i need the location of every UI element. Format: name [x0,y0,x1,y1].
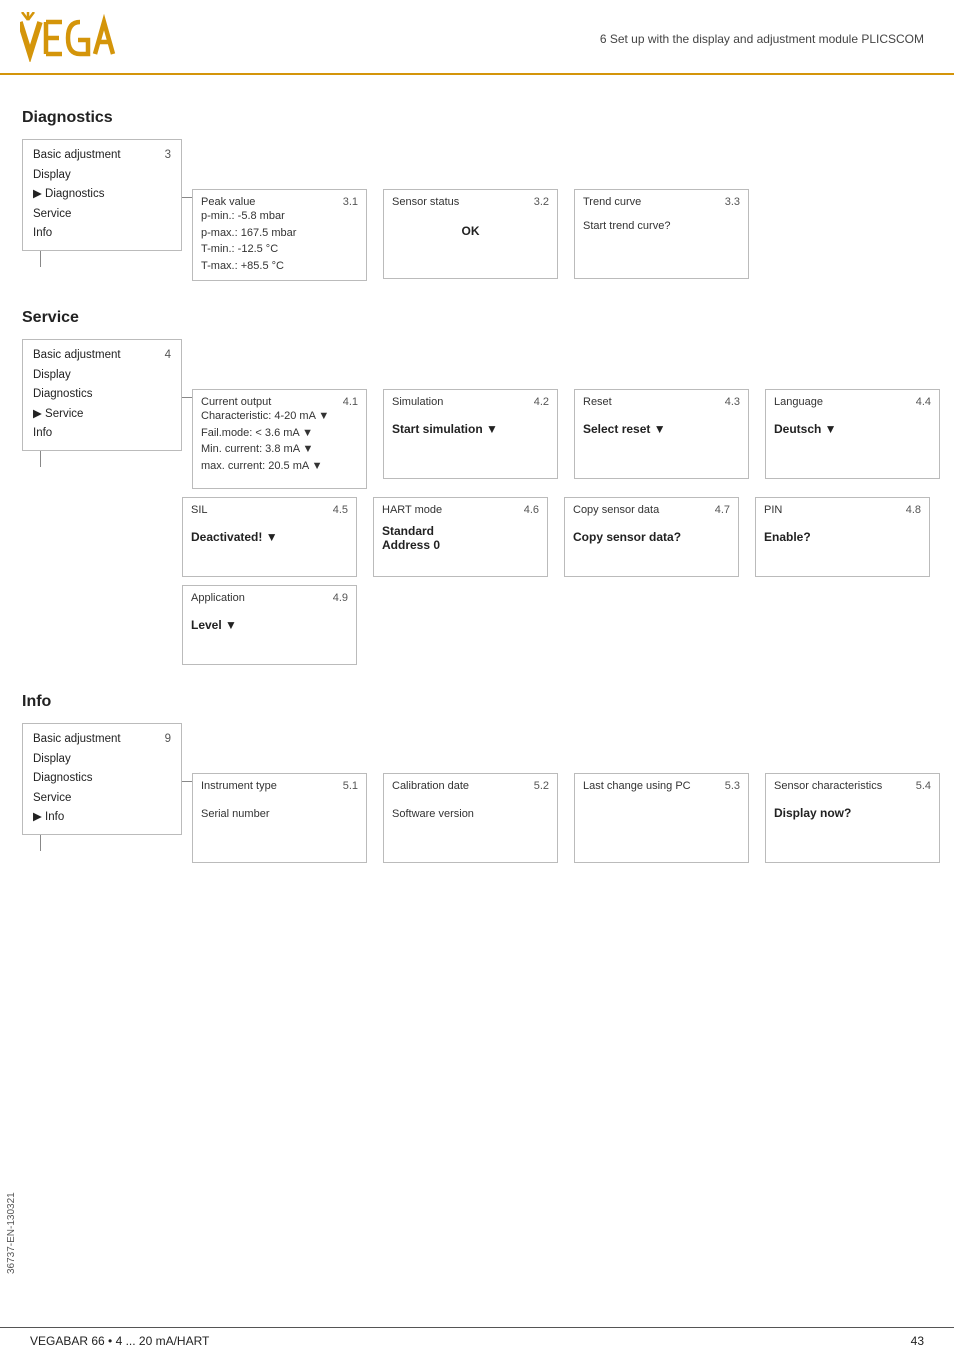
svc-menu-service[interactable]: Service [33,405,171,425]
language-box: Language4.4 Deutsch ▼ [765,389,940,479]
sensor-char-box: Sensor characteristics5.4 Display now? [765,773,940,863]
menu-item-basic[interactable]: Basic adjustment [33,146,171,166]
peak-value-box: Peak value3.1 p-min.: -5.8 mbar p-max.: … [192,189,367,281]
info-menu-diag[interactable]: Diagnostics [33,769,171,789]
header-subtitle: 6 Set up with the display and adjustment… [600,32,924,46]
sensor-status-box: Sensor status3.2 OK [383,189,558,279]
diagnostics-section: Diagnostics 3 Basic adjustment Display D… [22,109,924,281]
menu-item-display[interactable]: Display [33,166,171,186]
info-menu-display[interactable]: Display [33,750,171,770]
sidebar-document-id: 36737-EN-130321 [6,200,17,1274]
diagnostics-heading: Diagnostics [22,109,924,127]
last-change-box: Last change using PC5.3 [574,773,749,863]
hart-mode-box: HART mode4.6 Standard Address 0 [373,497,548,577]
pin-box: PIN4.8 Enable? [755,497,930,577]
svc-menu-diag[interactable]: Diagnostics [33,385,171,405]
info-heading: Info [22,693,924,711]
menu-item-info[interactable]: Info [33,224,171,244]
sil-box: SIL4.5 Deactivated! ▼ [182,497,357,577]
reset-box: Reset4.3 Select reset ▼ [574,389,749,479]
info-menu-basic[interactable]: Basic adjustment [33,730,171,750]
info-menu-service[interactable]: Service [33,789,171,809]
top-header: 6 Set up with the display and adjustment… [0,0,954,75]
svc-menu-basic[interactable]: Basic adjustment [33,346,171,366]
calibration-date-box: Calibration date5.2 Software version [383,773,558,863]
vega-logo [20,12,140,65]
simulation-box: Simulation4.2 Start simulation ▼ [383,389,558,479]
info-menu: 9 Basic adjustment Display Diagnostics S… [22,723,182,835]
diagnostics-menu: 3 Basic adjustment Display Diagnostics S… [22,139,182,251]
page-wrapper: 6 Set up with the display and adjustment… [0,0,954,1354]
footer-product-name: VEGABAR 66 • 4 ... 20 mA/HART [30,1334,209,1348]
instrument-type-box: Instrument type5.1 Serial number [192,773,367,863]
svc-menu-info[interactable]: Info [33,424,171,444]
application-box: Application4.9 Level ▼ [182,585,357,665]
current-output-box: Current output4.1 Characteristic: 4-20 m… [192,389,367,489]
info-section: Info 9 Basic adjustment Display Diagnost… [22,693,924,863]
service-heading: Service [22,309,924,327]
info-menu-info[interactable]: Info [33,808,171,828]
svc-menu-display[interactable]: Display [33,366,171,386]
service-section: Service 4 Basic adjustment Display Diagn… [22,309,924,665]
copy-sensor-box: Copy sensor data4.7 Copy sensor data? [564,497,739,577]
menu-item-service[interactable]: Service [33,205,171,225]
footer-page-number: 43 [911,1334,924,1348]
menu-item-diagnostics[interactable]: Diagnostics [33,185,171,205]
trend-curve-box: Trend curve3.3 Start trend curve? [574,189,749,279]
page-footer: VEGABAR 66 • 4 ... 20 mA/HART 43 [0,1327,954,1354]
service-menu: 4 Basic adjustment Display Diagnostics S… [22,339,182,451]
